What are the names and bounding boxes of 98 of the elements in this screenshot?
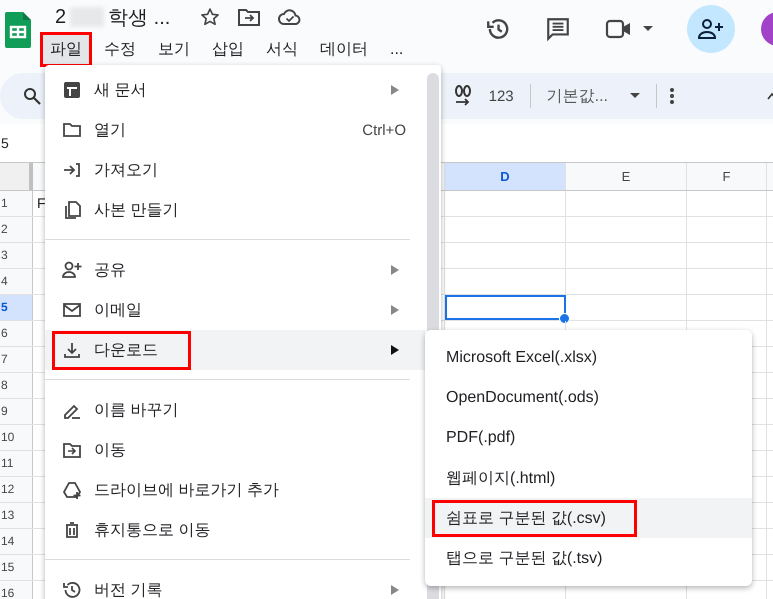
person-plus-icon — [698, 18, 724, 40]
menu-item-label: 다운로드 — [94, 340, 158, 360]
row-header[interactable]: 10 — [0, 425, 33, 450]
menu-item-label: 웹페이지(.html) — [446, 468, 556, 488]
comment-icon[interactable] — [545, 16, 571, 42]
row-header[interactable]: 8 — [0, 373, 33, 398]
menu-item[interactable]: 이름 바꾸기 — [45, 390, 425, 430]
menu-item-label: 사본 만들기 — [94, 200, 178, 220]
menu-item[interactable]: 새 문서 — [45, 70, 425, 110]
menu-item-label: 휴지통으로 이동 — [94, 520, 210, 540]
menu-bar-item[interactable]: 보기 — [148, 32, 200, 67]
row-header[interactable]: 14 — [0, 529, 33, 554]
video-call-button[interactable] — [605, 18, 653, 40]
row-header[interactable]: 6 — [0, 321, 33, 346]
submenu-arrow-icon — [391, 85, 399, 95]
menu-bar-item[interactable]: 수정 — [94, 32, 146, 67]
folder-move-icon[interactable] — [238, 8, 260, 26]
font-select[interactable]: 기본값... — [542, 86, 644, 106]
menu-item[interactable]: 가져오기 — [45, 150, 425, 190]
row-header[interactable]: 5 — [0, 295, 33, 320]
document-title[interactable]: 학생 ... — [108, 4, 170, 30]
row-header[interactable]: 16 — [0, 581, 33, 599]
name-box[interactable]: 5 — [1, 135, 9, 151]
cell-text: F — [37, 195, 46, 211]
row-header[interactable]: 7 — [0, 347, 33, 372]
decimal-decrease-icon[interactable] — [452, 85, 473, 107]
number-format-button[interactable]: 123 — [484, 88, 518, 104]
submenu-arrow-icon — [391, 305, 399, 315]
menu-item[interactable]: Microsoft Excel(.xlsx) — [425, 338, 752, 378]
menu-item-label: 이동 — [94, 440, 126, 460]
row-header[interactable]: 9 — [0, 399, 33, 424]
star-icon[interactable] — [200, 7, 220, 27]
menu-item[interactable]: 웹페이지(.html) — [425, 458, 752, 498]
row-header[interactable]: 15 — [0, 555, 33, 580]
person-plus-icon — [62, 260, 82, 280]
column-header[interactable]: D — [445, 163, 566, 190]
history-icon[interactable] — [485, 16, 511, 42]
row-header[interactable]: 4 — [0, 269, 33, 294]
arrow-into-bracket-icon — [62, 160, 82, 180]
menu-item[interactable]: PDF(.pdf) — [425, 418, 752, 458]
menu-item-label: 가져오기 — [94, 160, 158, 180]
menu-item[interactable]: 다운로드 — [45, 330, 425, 370]
menu-item[interactable]: 이동 — [45, 430, 425, 470]
download-icon — [62, 340, 82, 360]
menu-item-label: 새 문서 — [94, 80, 146, 100]
menu-item-label: 공유 — [94, 260, 126, 280]
row-header[interactable]: 13 — [0, 503, 33, 528]
menu-bar-item[interactable]: 파일 — [40, 32, 92, 67]
menu-bar-item[interactable]: 데이터 — [310, 32, 378, 67]
menu-item[interactable]: 드라이브에 바로가기 추가 — [45, 470, 425, 510]
menu-bar-item[interactable]: 삽입 — [202, 32, 254, 67]
row-header[interactable]: 12 — [0, 477, 33, 502]
row-header[interactable]: 2 — [0, 217, 33, 242]
sheets-logo-icon[interactable] — [5, 12, 31, 48]
menu-item[interactable]: 이메일 — [45, 290, 425, 330]
menu-item[interactable]: 열기 Ctrl+O — [45, 110, 425, 150]
cloud-check-icon[interactable] — [278, 8, 302, 26]
caret-icon — [630, 93, 640, 99]
menu-item[interactable]: 사본 만들기 — [45, 190, 425, 230]
shortcut-text: Ctrl+O — [362, 122, 406, 138]
menu-item-label: 이름 바꾸기 — [94, 400, 178, 420]
column-header[interactable]: E — [566, 163, 687, 190]
history-icon — [62, 580, 82, 599]
menu-item-label: Microsoft Excel(.xlsx) — [446, 349, 598, 367]
menu-item-label: OpenDocument(.ods) — [446, 389, 599, 407]
column-header[interactable]: F — [687, 163, 767, 190]
folder-icon — [62, 120, 82, 140]
menu-item-label: 드라이브에 바로가기 추가 — [94, 480, 279, 500]
menu-item-label: 쉼표로 구분된 값(.csv) — [446, 508, 606, 528]
menu-item-label: PDF(.pdf) — [446, 429, 516, 447]
submenu-arrow-icon — [391, 265, 399, 275]
fill-handle[interactable] — [559, 313, 570, 324]
menu-item[interactable]: 버전 기록 — [45, 570, 425, 599]
menu-item[interactable]: 공유 — [45, 250, 425, 290]
copy-icon — [62, 200, 82, 220]
document-title[interactable]: 2 — [55, 6, 66, 28]
menu-item[interactable]: 휴지통으로 이동 — [45, 510, 425, 550]
menu-item[interactable]: OpenDocument(.ods) — [425, 378, 752, 418]
row-header[interactable]: 1 — [0, 191, 33, 216]
menu-item[interactable]: 쉼표로 구분된 값(.csv) — [425, 498, 752, 538]
row-header[interactable]: 3 — [0, 243, 33, 268]
envelope-icon — [62, 300, 82, 320]
menu-item-label: 이메일 — [94, 300, 142, 320]
menu-bar-item[interactable]: ... — [380, 34, 414, 66]
share-button[interactable] — [687, 5, 735, 53]
menu-item-label: 탭으로 구분된 값(.tsv) — [446, 548, 602, 568]
more-options-icon[interactable] — [669, 87, 675, 105]
menu-bar-item[interactable]: 서식 — [256, 32, 308, 67]
search-icon[interactable] — [23, 87, 41, 105]
folder-arrow-icon — [62, 440, 82, 460]
menu-item-label: 열기 — [94, 120, 126, 140]
row-header[interactable]: 11 — [0, 451, 33, 476]
menu-item[interactable]: 탭으로 구분된 값(.tsv) — [425, 538, 752, 578]
video-camera-icon — [605, 18, 633, 40]
menu-item-label: 버전 기록 — [94, 580, 162, 599]
caret-icon — [643, 26, 653, 32]
submenu-arrow-icon — [391, 345, 399, 355]
submenu-arrow-icon — [391, 585, 399, 595]
